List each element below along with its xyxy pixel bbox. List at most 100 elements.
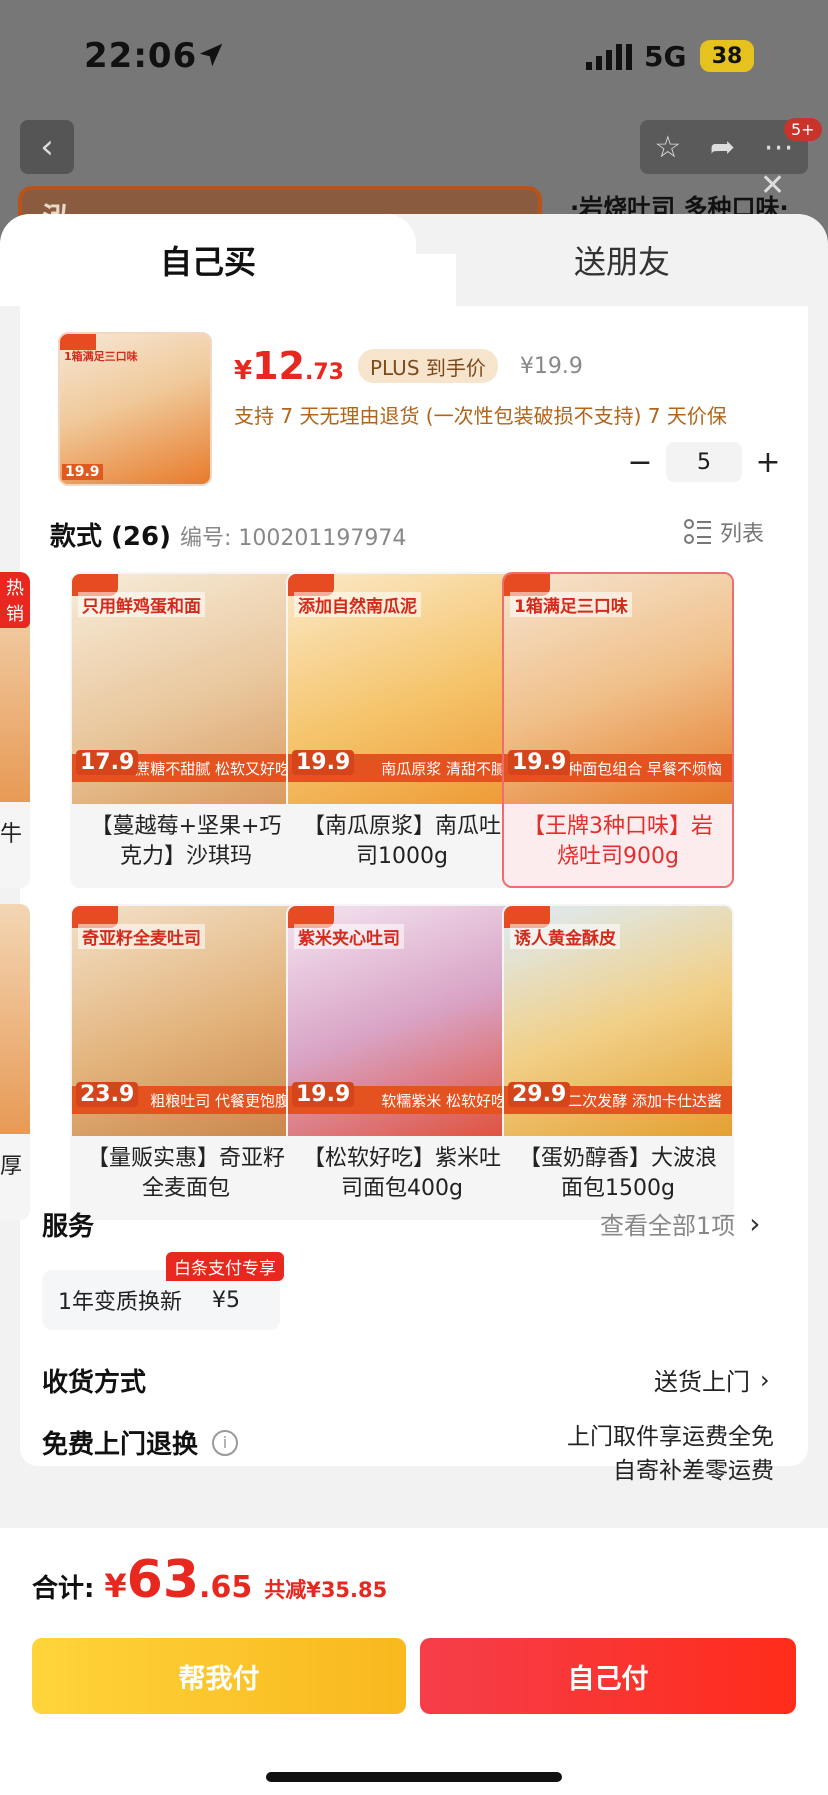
variant-label: 【蛋奶醇香】大波浪面包1500g <box>518 1146 717 1201</box>
list-label: 列表 <box>720 522 765 547</box>
variant-price: 19.9 <box>292 750 355 775</box>
sheet-card: 1箱满足三口味 19.9 ¥ 12 .73 PLUS 到手价 ¥19.9 支持 … <box>0 306 808 1484</box>
total-currency: ¥ <box>104 1567 127 1605</box>
total-label: 合计: <box>32 1574 95 1604</box>
product-thumbnail[interactable]: 1箱满足三口味 19.9 <box>58 332 212 486</box>
product-code: 编号: 100201197974 <box>180 526 407 551</box>
info-icon[interactable]: i <box>212 1429 239 1456</box>
list-view-toggle[interactable]: 列表 <box>684 516 764 548</box>
network-type: 5G <box>644 40 687 73</box>
variant-card-selected[interactable]: 1箱满足三口味 3种面包组合 早餐不烦恼 19.9 【王牌3种口味】岩烧吐司90… <box>502 572 734 888</box>
partial-variant-1[interactable]: 热销 牛 <box>0 572 30 888</box>
delivery-value: 送货上门 <box>654 1368 750 1396</box>
chevron-right-icon: › <box>760 1365 770 1394</box>
total-savings: 共减¥35.85 <box>264 1578 388 1602</box>
variant-band-text: 0蔗糖不甜腻 松软又好吃 <box>125 759 290 778</box>
variant-label: 【南瓜原浆】南瓜吐司1000g <box>302 814 501 869</box>
tab-bar: 自己买 送朋友 <box>0 214 828 306</box>
variant-card[interactable]: 诱人黄金酥皮 二次发酵 添加卡仕达酱 29.9 【蛋奶醇香】大波浪面包1500g <box>502 904 734 1220</box>
variant-image <box>0 904 30 1134</box>
view-all-label: 查看全部1项 <box>600 1212 736 1240</box>
close-icon[interactable]: ✕ <box>760 168 785 203</box>
tab-buy-self[interactable]: 自己买 <box>0 214 416 306</box>
style-title: 款式 (26) <box>50 522 171 552</box>
signal-icon <box>586 44 632 70</box>
variant-band-text: 软糯紫米 松软好吃 <box>381 1091 506 1110</box>
status-bar: 22:06 5G 38 <box>0 0 828 110</box>
free-return-title: 免费上门退换 i <box>42 1424 239 1461</box>
price-decimal: .73 <box>304 360 344 385</box>
status-time: 22:06 <box>84 36 198 76</box>
variant-headline: 诱人黄金酥皮 <box>510 924 620 949</box>
partial-label: 牛 <box>0 822 23 847</box>
return-value-line2: 自寄补差零运费 <box>613 1458 774 1484</box>
star-icon[interactable]: ☆ <box>654 130 681 165</box>
partial-label: 厚 <box>0 1154 23 1179</box>
variant-band-text: 南瓜原浆 清甜不腻 <box>381 759 506 778</box>
thumb-price: 19.9 <box>62 464 103 480</box>
chevron-right-icon: › <box>749 1207 761 1240</box>
share-icon[interactable]: ➦ <box>710 130 735 165</box>
variant-price: 19.9 <box>508 750 571 775</box>
variant-headline: 紫米夹心吐司 <box>294 924 404 949</box>
variant-price: 17.9 <box>76 750 139 775</box>
help-me-pay-button[interactable]: 帮我付 <box>32 1638 406 1714</box>
plus-price-badge: PLUS 到手价 <box>357 349 498 383</box>
price-row: ¥ 12 .73 PLUS 到手价 ¥19.9 <box>234 344 583 388</box>
view-all-services[interactable]: 查看全部1项 › <box>600 1206 760 1241</box>
variant-price: 19.9 <box>292 1082 355 1107</box>
battery-indicator: 38 <box>700 40 754 72</box>
message-badge: 5+ <box>784 118 822 141</box>
checkout-footer: 合计: ¥ 63 .65 共减¥35.85 帮我付 自己付 <box>0 1528 828 1795</box>
variant-band-text: 粗粮吐司 代餐更饱腹 <box>150 1091 290 1110</box>
variant-card[interactable]: 紫米夹心吐司 软糯紫米 松软好吃 19.9 【松软好吃】紫米吐司面包400g <box>286 904 518 1220</box>
variant-card[interactable]: 添加自然南瓜泥 南瓜原浆 清甜不腻 19.9 【南瓜原浆】南瓜吐司1000g <box>286 572 518 888</box>
variant-headline: 奇亚籽全麦吐司 <box>78 924 205 949</box>
total-row: 合计: ¥ 63 .65 共减¥35.85 <box>32 1550 387 1610</box>
variant-band-text: 3种面包组合 早餐不烦恼 <box>557 759 722 778</box>
original-price: ¥19.9 <box>519 353 583 379</box>
purchase-sheet: 自己买 送朋友 1箱满足三口味 19.9 ¥ 12 .73 PLUS 到手价 ¥… <box>0 214 828 1795</box>
service-name: 1年变质换新 <box>58 1290 182 1315</box>
service-price: ¥5 <box>212 1287 240 1313</box>
variant-headline: 1箱满足三口味 <box>510 592 632 617</box>
variant-band-text: 二次发酵 添加卡仕达酱 <box>567 1091 722 1110</box>
delivery-title: 收货方式 <box>42 1368 147 1398</box>
quantity-input[interactable]: 5 <box>666 442 742 482</box>
price-currency: ¥ <box>234 356 253 386</box>
pay-myself-button[interactable]: 自己付 <box>420 1638 796 1714</box>
hot-tag: 热销 <box>0 572 30 628</box>
variant-card[interactable]: 只用鲜鸡蛋和面 0蔗糖不甜腻 松软又好吃 17.9 【蔓越莓+坚果+巧克力】沙琪… <box>70 572 302 888</box>
home-indicator <box>266 1772 562 1782</box>
variant-headline: 添加自然南瓜泥 <box>294 592 421 617</box>
variant-headline: 只用鲜鸡蛋和面 <box>78 592 205 617</box>
variant-price: 29.9 <box>508 1082 571 1107</box>
decrease-button[interactable]: − <box>620 440 660 484</box>
variant-label: 【蔓越莓+坚果+巧克力】沙琪玛 <box>90 814 282 869</box>
support-text: 支持 7 天无理由退货 (一次性包装破损不支持) 7 天价保 <box>234 404 727 428</box>
free-return-label: 免费上门退换 <box>42 1430 199 1460</box>
service-title: 服务 <box>42 1212 95 1242</box>
list-icon <box>684 519 711 544</box>
total-integer: 63 <box>126 1550 200 1610</box>
variant-label: 【王牌3种口味】岩烧吐司900g <box>523 814 713 869</box>
variant-label: 【松软好吃】紫米吐司面包400g <box>302 1146 501 1201</box>
background-page: 22:06 5G 38 ‹ ☆ ➦ ⋯ 5+ 泓一 ·岩烧吐司 多种口味· ✕ <box>0 0 828 246</box>
delivery-option[interactable]: 送货上门 › <box>654 1362 770 1397</box>
service-tag: 白条支付专享 <box>166 1252 284 1281</box>
price-integer: 12 <box>252 344 305 388</box>
tab-gift-friend[interactable]: 送朋友 <box>416 214 828 306</box>
quantity-stepper: − 5 + <box>620 440 790 484</box>
location-arrow-icon <box>199 43 223 67</box>
increase-button[interactable]: + <box>748 440 788 484</box>
total-decimal: .65 <box>199 1570 253 1605</box>
variant-price: 23.9 <box>76 1082 139 1107</box>
variant-card[interactable]: 奇亚籽全麦吐司 粗粮吐司 代餐更饱腹 23.9 【量贩实惠】奇亚籽全麦面包 <box>70 904 302 1220</box>
thumb-headline: 1箱满足三口味 <box>64 350 138 363</box>
top-actions: ☆ ➦ ⋯ <box>640 120 808 174</box>
variant-label: 【量贩实惠】奇亚籽全麦面包 <box>86 1146 285 1201</box>
free-return-value: 上门取件享运费全免 自寄补差零运费 <box>524 1420 774 1488</box>
partial-variant-2[interactable]: 厚 <box>0 904 30 1220</box>
back-icon[interactable]: ‹ <box>20 120 74 174</box>
return-value-line1: 上门取件享运费全免 <box>567 1424 774 1450</box>
